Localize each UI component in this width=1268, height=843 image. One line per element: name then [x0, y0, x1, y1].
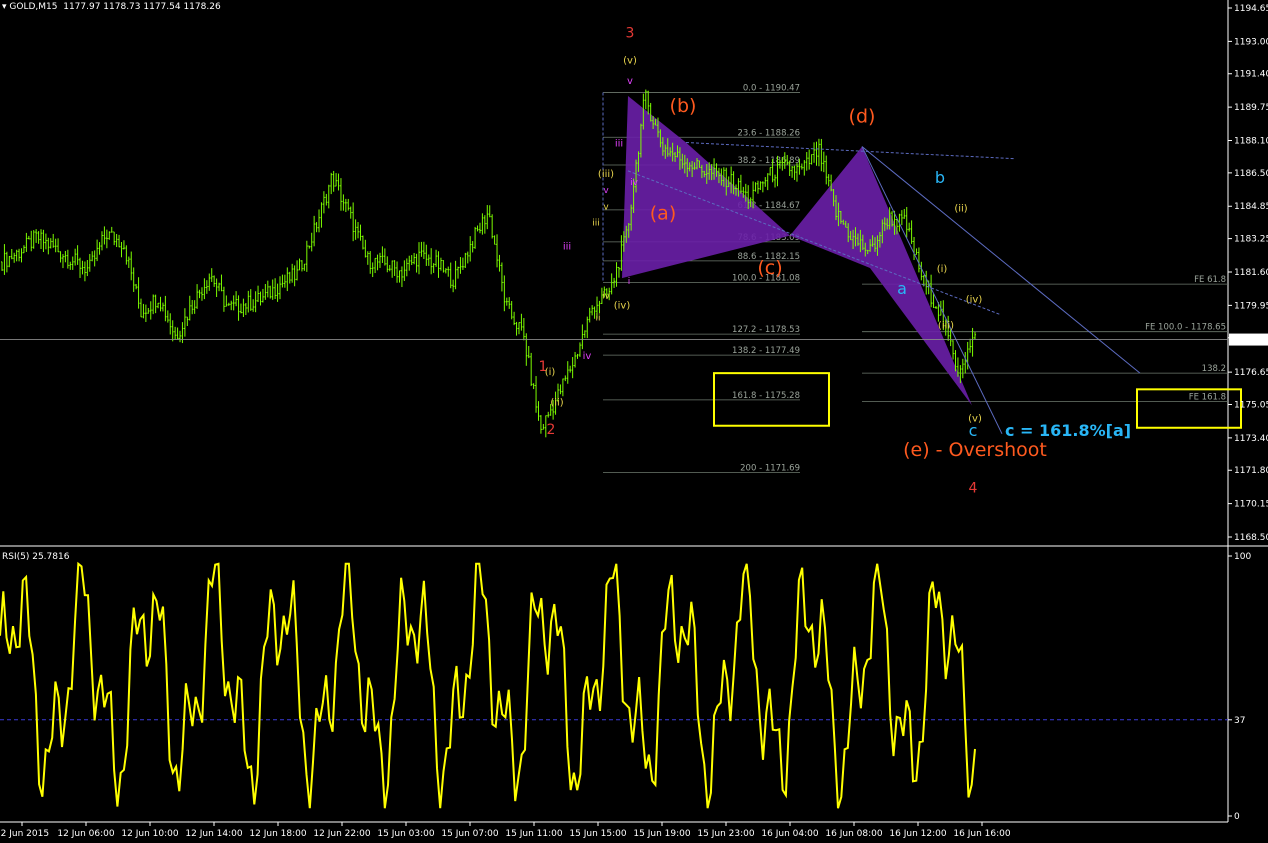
- time-tick-label: 16 Jun 16:00: [953, 829, 1010, 839]
- wave-iii-paren-label: (iii): [598, 169, 614, 180]
- price-tick-label: 1186.50: [1234, 169, 1268, 179]
- wave-a-blue-label: a: [897, 279, 907, 298]
- wave-4-label: 4: [969, 480, 978, 496]
- rsi-tick-label: 37: [1234, 716, 1245, 726]
- wave-v-paren-label-2: (v): [968, 414, 982, 425]
- time-tick-label: 15 Jun 23:00: [697, 829, 754, 839]
- wave-iv-paren-label-2: (iv): [966, 294, 983, 305]
- time-tick-label: 16 Jun 04:00: [761, 829, 818, 839]
- price-tick-label: 1168.50: [1234, 533, 1268, 543]
- wave-d-paren-label: (d): [849, 105, 876, 127]
- rsi-panel: 100 37 0: [0, 552, 1251, 822]
- time-tick-label: 12 Jun 14:00: [185, 829, 242, 839]
- price-tick-label: 1183.25: [1234, 235, 1268, 245]
- time-tick-label: 15 Jun 19:00: [633, 829, 690, 839]
- pattern-triangle-1: [622, 95, 790, 279]
- price-tick-label: 1171.80: [1234, 466, 1268, 476]
- time-tick-label: 12 Jun 18:00: [249, 829, 306, 839]
- wave-v-paren-label: (v): [623, 56, 637, 67]
- time-tick-label: 12 Jun 22:00: [313, 829, 370, 839]
- wave-iii-small-label: iii: [563, 242, 571, 253]
- wave-iii-small-label-2: iii: [615, 139, 623, 150]
- wave-ii-paren-label-2: (ii): [954, 203, 967, 214]
- time-tick-label: 15 Jun 07:00: [441, 829, 498, 839]
- wave-iv-small-label-3: iv: [630, 178, 639, 188]
- price-tick-label: 1173.40: [1234, 434, 1268, 444]
- fib-label: 127.2 - 1178.53: [732, 325, 800, 335]
- wave-c-target-label: c = 161.8%[a]: [1005, 421, 1131, 440]
- fe-label: FE 61.8: [1194, 275, 1226, 285]
- price-tick-label: 1176.65: [1234, 368, 1268, 378]
- fib-label: 23.6 - 1188.26: [737, 128, 800, 138]
- fib-label: 200 - 1171.69: [740, 463, 800, 473]
- wave-iv-small-label-2: iv: [602, 291, 611, 301]
- wave-iv-small-label: iv: [583, 351, 592, 362]
- wave-iii-paren-label-2: (iii): [938, 321, 954, 332]
- price-tick-label: 1189.75: [1234, 103, 1268, 113]
- wave-i-paren-label: (i): [545, 367, 556, 378]
- current-price-label: 1178.26: [1233, 336, 1268, 346]
- wave-b-blue-label: b: [935, 168, 945, 187]
- time-tick-label: 12 Jun 10:00: [121, 829, 178, 839]
- fe-label: FE 100.0 - 1178.65: [1145, 323, 1226, 333]
- channel-line-lower: [861, 146, 1003, 435]
- upper-trendline: [685, 142, 1016, 160]
- time-tick-label: 16 Jun 08:00: [825, 829, 882, 839]
- price-tick-label: 1194.65: [1234, 4, 1268, 14]
- trend-lines: [602, 92, 1242, 435]
- wave-e-overshoot-label: (e) - Overshoot: [903, 439, 1047, 461]
- wave-iii-small-label-3: iii: [592, 218, 600, 228]
- wave-iv-paren-label: (iv): [614, 300, 631, 311]
- fib-label: 138.2 - 1177.49: [732, 346, 800, 356]
- rsi-tick-label: 100: [1234, 552, 1251, 562]
- wave-3-label: 3: [626, 25, 635, 41]
- price-tick-label: 1193.00: [1234, 37, 1268, 47]
- wave-a-paren-label: (a): [650, 202, 676, 224]
- time-tick-label: 15 Jun 11:00: [505, 829, 562, 839]
- time-tick-label: 15 Jun 15:00: [569, 829, 626, 839]
- price-tick-label: 1184.85: [1234, 202, 1268, 212]
- price-tick-label: 1191.40: [1234, 70, 1268, 80]
- wave-b-paren-label: (b): [670, 95, 697, 117]
- wave-i-small-label: i: [628, 277, 631, 287]
- time-tick-label: 12 Jun 2015: [0, 829, 49, 839]
- price-tick-label: 1181.60: [1234, 268, 1268, 278]
- price-tick-label: 1179.95: [1234, 301, 1268, 311]
- chart-canvas[interactable]: 0.0 - 1190.47 23.6 - 1188.26 38.2 - 1186.8…: [0, 0, 1268, 843]
- time-tick-label: 15 Jun 03:00: [377, 829, 434, 839]
- wave-2-label: 2: [547, 422, 556, 438]
- harmonic-pattern: [622, 95, 972, 406]
- price-tick-label: 1170.15: [1234, 500, 1268, 510]
- time-tick-label: 16 Jun 12:00: [889, 829, 946, 839]
- rsi-tick-label: 0: [1234, 812, 1240, 822]
- time-tick-label: 12 Jun 06:00: [57, 829, 114, 839]
- wave-v-small-label-3: v: [603, 202, 609, 212]
- fib-label: 0.0 - 1190.47: [743, 84, 800, 94]
- fe-label: FE 161.8: [1189, 392, 1226, 402]
- wave-c-paren-label: (c): [757, 257, 782, 279]
- fib-label: 38.2 - 1186.89: [737, 156, 800, 166]
- wave-v-small-label: v: [627, 76, 633, 87]
- price-tick-label: 1175.05: [1234, 400, 1268, 410]
- fib-label: 161.8 - 1175.28: [732, 391, 800, 401]
- wave-v-small-label-2: v: [603, 186, 609, 196]
- price-tick-label: 1188.10: [1234, 137, 1268, 147]
- wave-ii-small-label: ii: [595, 314, 600, 324]
- rsi-line: [0, 561, 976, 809]
- wave-ii-paren-label: (ii): [550, 398, 563, 409]
- fe-label: 138.2: [1202, 364, 1226, 374]
- wave-i-paren-label-2: (i): [937, 264, 948, 275]
